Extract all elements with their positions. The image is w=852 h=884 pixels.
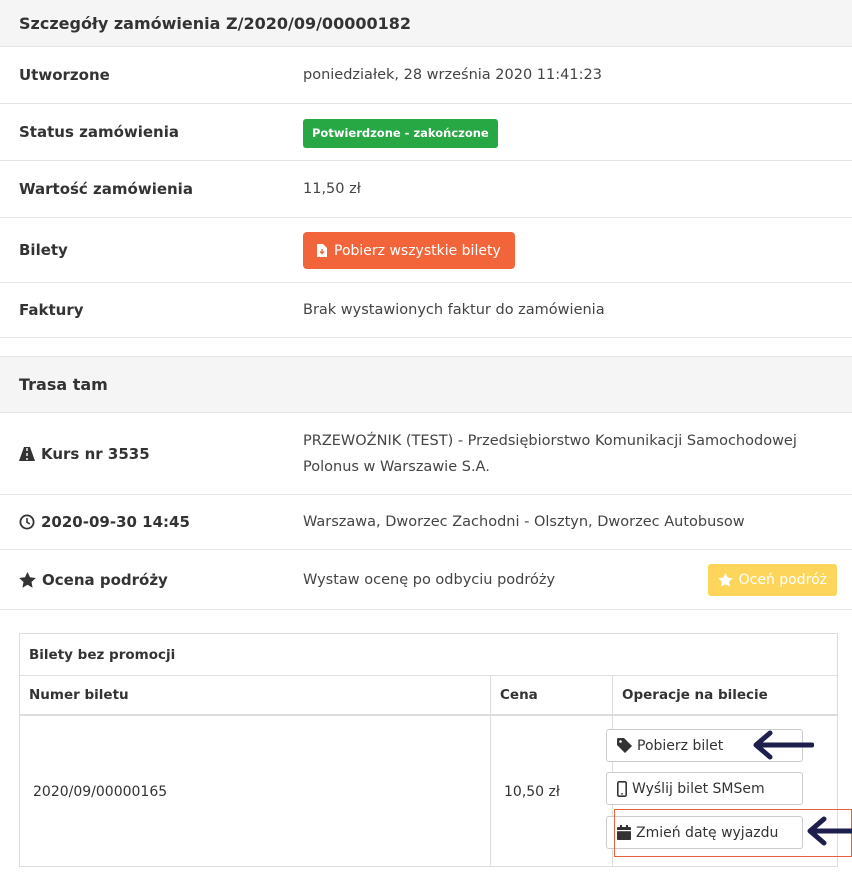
amount-row: Wartość zamówienia 11,50 zł: [0, 161, 852, 218]
course-label-wrap: Kurs nr 3535: [19, 445, 150, 463]
table-caption: Bilety bez promocji: [20, 634, 837, 676]
created-row: Utworzone poniedziałek, 28 września 2020…: [0, 47, 852, 104]
download-all-label: Pobierz wszystkie bilety: [334, 242, 501, 259]
amount-label: Wartość zamówienia: [19, 180, 193, 198]
invoices-row: Faktury Brak wystawionych faktur do zamó…: [0, 283, 852, 338]
left-arrow-icon: [806, 816, 852, 846]
left-arrow-icon: [752, 730, 814, 760]
tickets-row: Bilety Pobierz wszystkie bilety: [0, 218, 852, 283]
mobile-phone-icon: [617, 780, 627, 797]
download-ticket-label: Pobierz bilet: [637, 737, 724, 754]
star-icon: [717, 572, 733, 587]
rating-label-wrap: Ocena podróży: [19, 571, 168, 589]
status-row: Status zamówienia Potwierdzone - zakończ…: [0, 104, 852, 161]
datetime-row: 2020-09-30 14:45 Warszawa, Dworzec Zacho…: [0, 495, 852, 550]
file-download-icon: [317, 244, 327, 257]
star-icon: [19, 571, 36, 588]
rating-value: Wystaw ocenę po odbyciu podróży: [303, 571, 556, 588]
download-all-tickets-button[interactable]: Pobierz wszystkie bilety: [303, 232, 515, 269]
datetime-label-wrap: 2020-09-30 14:45: [19, 513, 190, 531]
status-badge: Potwierdzone - zakończone: [303, 119, 498, 148]
header-operations: Operacje na bilecie: [622, 687, 768, 703]
rate-trip-label: Oceń podróż: [738, 571, 827, 588]
header-ticket-number: Numer biletu: [29, 687, 129, 703]
status-value-wrap: Potwierdzone - zakończone: [303, 119, 498, 148]
invoices-label: Faktury: [19, 301, 84, 319]
route-value: Warszawa, Dworzec Zachodni - Olsztyn, Dw…: [303, 514, 745, 530]
table-header-row: Numer biletu Cena Operacje na bilecie: [20, 676, 837, 716]
course-row: Kurs nr 3535 PRZEWOŹNIK (TEST) - Przedsi…: [0, 413, 852, 495]
carrier-value: PRZEWOŹNIK (TEST) - Przedsiębiorstwo Kom…: [303, 428, 797, 480]
send-sms-label: Wyślij bilet SMSem: [632, 780, 765, 797]
tickets-value-wrap: Pobierz wszystkie bilety: [303, 232, 515, 269]
rating-label: Ocena podróży: [42, 570, 168, 589]
created-value: poniedziałek, 28 września 2020 11:41:23: [303, 67, 602, 83]
rate-trip-button[interactable]: Oceń podróż: [707, 563, 837, 596]
tag-icon: [617, 738, 632, 753]
route-title: Trasa tam: [19, 375, 108, 394]
order-title: Szczegóły zamówienia Z/2020/09/00000182: [19, 13, 411, 33]
status-label: Status zamówienia: [19, 123, 179, 141]
road-icon: [19, 446, 35, 461]
header-price: Cena: [500, 687, 538, 703]
ticket-number: 2020/09/00000165: [33, 783, 168, 800]
datetime-label: 2020-09-30 14:45: [41, 513, 190, 531]
carrier-line-2: Polonus w Warszawie S.A.: [303, 459, 490, 475]
amount-value: 11,50 zł: [303, 181, 361, 197]
order-header: Szczegóły zamówienia Z/2020/09/00000182: [0, 0, 852, 47]
ticket-price: 10,50 zł: [504, 783, 560, 800]
clock-icon: [19, 514, 35, 530]
invoices-value: Brak wystawionych faktur do zamówienia: [303, 302, 605, 318]
rating-row: Ocena podróży Wystaw ocenę po odbyciu po…: [0, 550, 852, 610]
created-label: Utworzone: [19, 66, 110, 84]
carrier-line-1: PRZEWOŹNIK (TEST) - Przedsiębiorstwo Kom…: [303, 433, 797, 449]
route-header: Trasa tam: [0, 356, 852, 413]
tickets-label: Bilety: [19, 241, 68, 259]
send-sms-button[interactable]: Wyślij bilet SMSem: [606, 772, 803, 805]
course-label: Kurs nr 3535: [41, 444, 150, 463]
